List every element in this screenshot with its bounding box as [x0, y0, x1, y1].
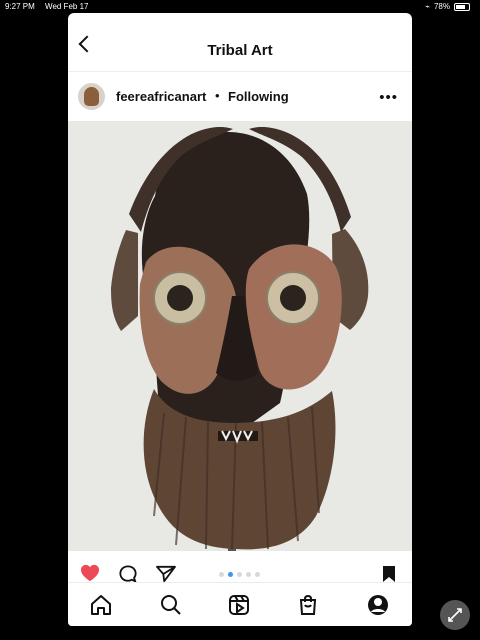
post-header: feereafricanart • Following •••	[68, 72, 412, 120]
carousel-indicator	[219, 572, 260, 577]
carousel-dot	[246, 572, 251, 577]
heart-icon[interactable]	[80, 564, 100, 582]
page-title: Tribal Art	[207, 42, 273, 59]
status-bar: 9:27 PM Wed Feb 17 ⌁ 78%	[0, 0, 480, 13]
post-actions	[68, 553, 412, 583]
post-image[interactable]	[68, 121, 412, 551]
status-right: ⌁ 78%	[425, 2, 470, 11]
bottom-tab-bar	[68, 582, 412, 626]
more-options-icon[interactable]: •••	[379, 89, 398, 106]
battery-level	[456, 4, 466, 9]
reels-icon[interactable]	[227, 593, 251, 617]
top-navigation: Tribal Art	[68, 13, 412, 72]
battery-percent: 78%	[433, 2, 450, 11]
username-separator: •	[215, 88, 220, 103]
profile-icon[interactable]	[366, 593, 390, 617]
send-icon[interactable]	[156, 565, 176, 583]
comment-icon[interactable]	[119, 565, 137, 583]
wifi-icon: ⌁	[425, 2, 430, 11]
battery-icon	[454, 2, 470, 11]
status-left: 9:27 PM Wed Feb 17	[5, 2, 96, 11]
status-time: 9:27 PM	[5, 2, 35, 11]
instagram-phone-screen: Tribal Art feereafricanart • Following •…	[68, 13, 412, 626]
following-button[interactable]: Following	[228, 89, 289, 104]
carousel-dot	[228, 572, 233, 577]
collapse-icon	[448, 608, 462, 622]
mask-photo-illustration	[68, 121, 412, 551]
post-username[interactable]: feereafricanart	[116, 89, 206, 104]
carousel-dot	[237, 572, 242, 577]
bookmark-icon[interactable]	[381, 565, 397, 583]
avatar[interactable]	[78, 83, 105, 110]
search-icon[interactable]	[159, 593, 183, 617]
home-icon[interactable]	[89, 593, 113, 617]
status-date: Wed Feb 17	[45, 2, 89, 11]
floating-collapse-button[interactable]	[440, 600, 470, 630]
carousel-dot	[255, 572, 260, 577]
shopping-bag-icon[interactable]	[296, 593, 320, 617]
carousel-dot	[219, 572, 224, 577]
avatar-image	[84, 87, 99, 106]
